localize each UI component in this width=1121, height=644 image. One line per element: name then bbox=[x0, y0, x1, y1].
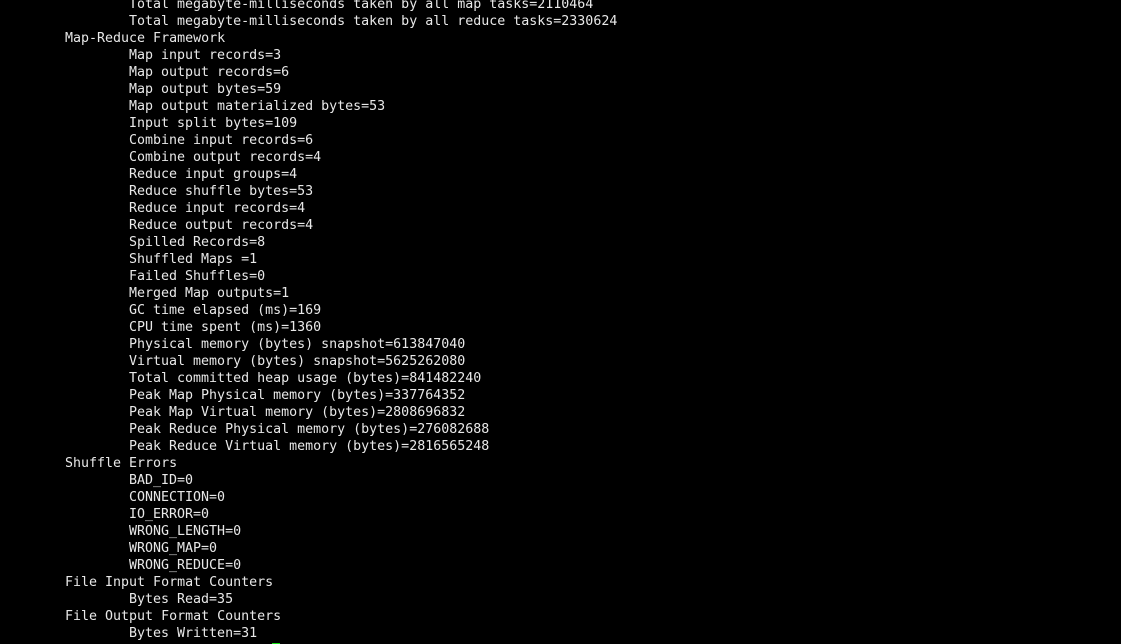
terminal-output-line: CPU time spent (ms)=1360 bbox=[129, 320, 322, 335]
terminal-output-line: Reduce input records=4 bbox=[129, 201, 306, 216]
terminal-output-line: IO_ERROR=0 bbox=[129, 507, 210, 522]
terminal-output-line: Total megabyte-milliseconds taken by all… bbox=[129, 14, 618, 29]
terminal-output-line: Total megabyte-milliseconds taken by all… bbox=[129, 0, 594, 12]
terminal-output-line: Reduce output records=4 bbox=[129, 218, 314, 233]
terminal-output-line: Physical memory (bytes) snapshot=6138470… bbox=[129, 337, 466, 352]
terminal-output-line: Virtual memory (bytes) snapshot=56252620… bbox=[129, 354, 466, 369]
terminal-output-line: File Input Format Counters bbox=[65, 575, 274, 590]
terminal-output-line: File Output Format Counters bbox=[65, 609, 282, 624]
terminal-output-line: WRONG_REDUCE=0 bbox=[129, 558, 242, 573]
terminal-output-line: Bytes Written=31 bbox=[129, 626, 258, 641]
terminal-output-line: Map output records=6 bbox=[129, 65, 290, 80]
terminal-output-line: Reduce shuffle bytes=53 bbox=[129, 184, 314, 199]
terminal-output-line: Combine input records=6 bbox=[129, 133, 314, 148]
terminal-window[interactable]: Total megabyte-milliseconds taken by all… bbox=[0, 0, 1121, 644]
terminal-output-line: Merged Map outputs=1 bbox=[129, 286, 290, 301]
terminal-output-line: Peak Map Physical memory (bytes)=3377643… bbox=[129, 388, 466, 403]
terminal-output-line: Map output materialized bytes=53 bbox=[129, 99, 386, 114]
terminal-output-line: WRONG_LENGTH=0 bbox=[129, 524, 242, 539]
terminal-output-line: Map output bytes=59 bbox=[129, 82, 282, 97]
terminal-output-line: Shuffle Errors bbox=[65, 456, 178, 471]
terminal-output-line: Peak Reduce Physical memory (bytes)=2760… bbox=[129, 422, 490, 437]
terminal-output-line: Map input records=3 bbox=[129, 48, 282, 63]
terminal-output-line: WRONG_MAP=0 bbox=[129, 541, 218, 556]
terminal-output-line: Peak Map Virtual memory (bytes)=28086968… bbox=[129, 405, 466, 420]
terminal-output-line: Reduce input groups=4 bbox=[129, 167, 298, 182]
terminal-output-line: Shuffled Maps =1 bbox=[129, 252, 258, 267]
terminal-output-line: Bytes Read=35 bbox=[129, 592, 234, 607]
terminal-output-line: Input split bytes=109 bbox=[129, 116, 298, 131]
terminal-screen[interactable]: Total megabyte-milliseconds taken by all… bbox=[0, 0, 1121, 644]
terminal-output-line: Failed Shuffles=0 bbox=[129, 269, 266, 284]
terminal-output-line: Total committed heap usage (bytes)=84148… bbox=[129, 371, 482, 386]
terminal-output-line: CONNECTION=0 bbox=[129, 490, 226, 505]
terminal-output-line: GC time elapsed (ms)=169 bbox=[129, 303, 322, 318]
terminal-output-line: Spilled Records=8 bbox=[129, 235, 266, 250]
terminal-output-line: BAD_ID=0 bbox=[129, 473, 194, 488]
terminal-output-line: Map-Reduce Framework bbox=[65, 31, 226, 46]
terminal-output-line: Combine output records=4 bbox=[129, 150, 322, 165]
terminal-output-line: Peak Reduce Virtual memory (bytes)=28165… bbox=[129, 439, 490, 454]
